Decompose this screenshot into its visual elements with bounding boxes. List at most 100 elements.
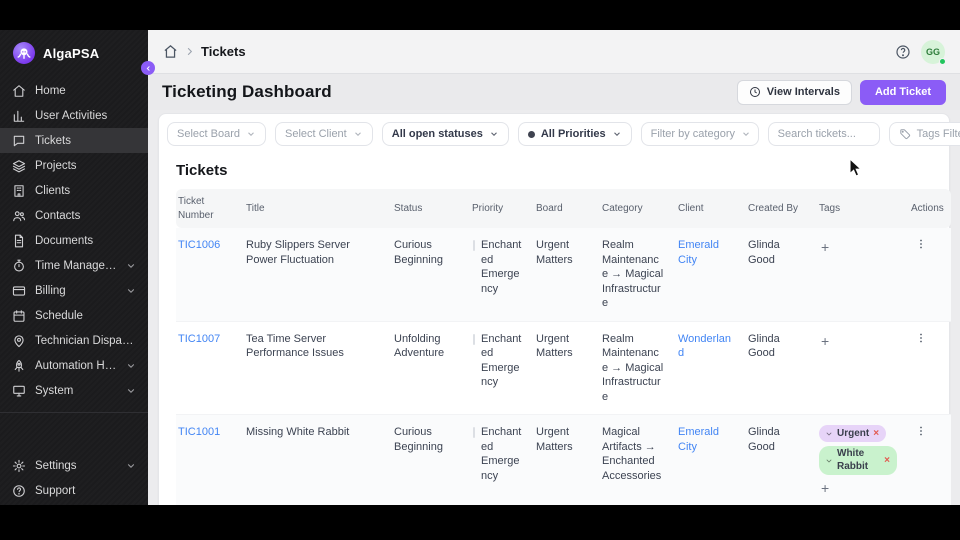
cell-status: Curious Beginning (394, 228, 472, 321)
map-pin-icon (12, 334, 26, 348)
search-input[interactable] (768, 122, 880, 146)
sidebar-item-tickets[interactable]: Tickets (0, 128, 148, 153)
row-actions-menu-button[interactable] (911, 332, 931, 344)
cell-tags: + (819, 228, 911, 321)
remove-tag-icon[interactable]: × (873, 427, 879, 440)
cell-text-category: Magical Artifacts → Enchanted Accessorie… (602, 426, 661, 482)
online-status-dot (939, 58, 946, 65)
client-filter-dropdown[interactable]: Select Client (275, 122, 373, 146)
client-link[interactable]: Emerald City (678, 426, 719, 453)
sidebar-item-label: Documents (35, 235, 136, 247)
cell-priority: Enchanted Emergency (472, 415, 536, 505)
tag-label: White Rabbit (837, 448, 880, 473)
view-intervals-button[interactable]: View Intervals (737, 80, 852, 105)
question-circle-icon[interactable] (895, 44, 911, 60)
ticket-link[interactable]: TIC1007 (178, 333, 220, 345)
sidebar-item-label: Time Management (35, 260, 117, 272)
sidebar-item-label: Automation Hub (35, 360, 117, 372)
sidebar-item-label: Clients (35, 185, 136, 197)
chevron-down-icon (489, 129, 499, 139)
cell-board: Urgent Matters (536, 415, 602, 505)
sidebar-item-documents[interactable]: Documents (0, 228, 148, 253)
sidebar-collapse-button[interactable] (141, 61, 155, 75)
sidebar-item-label: Home (35, 85, 136, 97)
row-actions-menu-button[interactable] (911, 238, 931, 250)
status-filter-dropdown[interactable]: All open statuses (382, 122, 509, 146)
sidebar-item-system[interactable]: System (0, 378, 148, 403)
cell-created_by: Glinda Good (748, 228, 819, 321)
sidebar-item-projects[interactable]: Projects (0, 153, 148, 178)
add-tag-button[interactable]: + (819, 481, 831, 495)
sidebar-item-label: Technician Dispatch (35, 335, 136, 347)
sidebar-item-schedule[interactable]: Schedule (0, 303, 148, 328)
sidebar-item-contacts[interactable]: Contacts (0, 203, 148, 228)
chevron-down-icon (353, 129, 363, 139)
cell-category: Realm Maintenance → Magical Infrastructu… (602, 321, 678, 415)
board-filter-dropdown[interactable]: Select Board (167, 122, 266, 146)
sidebar-item-home[interactable]: Home (0, 78, 148, 103)
ticket-link[interactable]: TIC1006 (178, 239, 220, 251)
sidebar-item-billing[interactable]: Billing (0, 278, 148, 303)
cell-actions (911, 228, 951, 321)
screen: AlgaPSA HomeUser ActivitiesTicketsProjec… (0, 0, 960, 540)
sidebar-item-label: Support (35, 485, 136, 497)
cell-created_by: Glinda Good (748, 321, 819, 415)
cell-text-title: Ruby Slippers Server Power Fluctuation (246, 239, 350, 266)
tickets-card: Select Board Select Client All open stat… (158, 113, 950, 505)
avatar-initials: GG (926, 47, 940, 57)
chevron-down-icon (741, 129, 751, 139)
client-link[interactable]: Emerald City (678, 239, 719, 266)
add-ticket-button[interactable]: Add Ticket (860, 80, 946, 105)
tag-pill-urgent[interactable]: Urgent × (819, 425, 886, 442)
add-tag-button[interactable]: + (819, 334, 831, 348)
category-filter-dropdown[interactable]: Filter by category (641, 122, 759, 146)
sidebar-item-settings[interactable]: Settings (0, 453, 148, 478)
column-header-tags: Tags (819, 189, 911, 228)
ticket-link[interactable]: TIC1001 (178, 426, 220, 438)
sidebar-item-technician-dispatch[interactable]: Technician Dispatch (0, 328, 148, 353)
add-tag-button[interactable]: + (819, 240, 831, 254)
breadcrumb-home-icon[interactable] (163, 44, 178, 59)
credit-card-icon (12, 284, 26, 298)
content: Select Board Select Client All open stat… (148, 110, 960, 505)
avatar[interactable]: GG (921, 40, 945, 64)
table-row: TIC1007 Tea Time Server Performance Issue… (176, 321, 951, 415)
cell-actions (911, 321, 951, 415)
sidebar-item-label: Billing (35, 285, 117, 297)
breadcrumb[interactable]: Tickets (201, 44, 246, 59)
app-window: AlgaPSA HomeUser ActivitiesTicketsProjec… (0, 30, 960, 505)
people-icon (12, 209, 26, 223)
cell-text-priority: Enchanted Emergency (481, 333, 521, 389)
row-actions-menu-button[interactable] (911, 425, 931, 437)
page-title: Ticketing Dashboard (162, 82, 332, 102)
sidebar-item-support[interactable]: Support (0, 478, 148, 503)
cell-text-title: Missing White Rabbit (246, 426, 349, 438)
cell-text-status: Curious Beginning (394, 239, 443, 266)
monitor-icon (12, 384, 26, 398)
cell-text-created_by: Glinda Good (748, 239, 780, 266)
priority-filter-dropdown[interactable]: All Priorities (518, 122, 632, 146)
sidebar-item-user-activities[interactable]: User Activities (0, 103, 148, 128)
cell-client: Emerald City (678, 415, 748, 505)
chevron-down-icon (126, 361, 136, 371)
document-icon (12, 234, 26, 248)
chevron-down-icon (825, 430, 833, 438)
stopwatch-icon (12, 259, 26, 273)
tags-filter-button[interactable]: Tags Filter (889, 122, 960, 146)
cell-ticket: TIC1006 (176, 228, 246, 321)
gear-icon (12, 459, 26, 473)
tag-label: Urgent (837, 428, 869, 441)
page-header: Ticketing Dashboard View Intervals Add T… (148, 74, 960, 110)
cell-title: Missing White Rabbit (246, 415, 394, 505)
sidebar-item-clients[interactable]: Clients (0, 178, 148, 203)
tag-pill-white-rabbit[interactable]: White Rabbit × (819, 446, 897, 475)
cell-text-created_by: Glinda Good (748, 333, 780, 360)
sidebar-item-automation-hub[interactable]: Automation Hub (0, 353, 148, 378)
remove-tag-icon[interactable]: × (884, 454, 890, 467)
cell-title: Tea Time Server Performance Issues (246, 321, 394, 415)
column-header-ticket-number: Ticket Number (176, 189, 246, 228)
sidebar-item-label: Tickets (35, 135, 136, 147)
sidebar-item-time-management[interactable]: Time Management (0, 253, 148, 278)
client-link[interactable]: Wonderland (678, 333, 731, 360)
vertical-dots-icon (915, 425, 927, 437)
